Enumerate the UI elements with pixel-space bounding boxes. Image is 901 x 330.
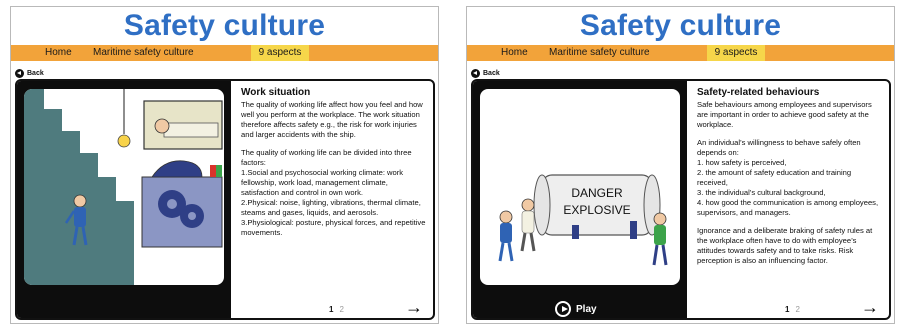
page-1-link[interactable]: 1 (329, 305, 333, 314)
page-1-link[interactable]: 1 (785, 305, 789, 314)
pagination: 1 2 (785, 305, 806, 314)
nav-aspects-link[interactable]: 9 aspects (251, 45, 309, 61)
slide-panel-work-situation: Safety culture Home Maritime safety cult… (10, 6, 439, 324)
willingness-paragraph: An individual’s willingness to behave sa… (697, 138, 861, 157)
nav-bar: Home Maritime safety culture 9 aspects (467, 45, 894, 61)
nav-home-link[interactable]: Home (501, 47, 528, 58)
factor-item: 2. the amount of safety education and tr… (697, 168, 852, 187)
slide-panel-safety-related-behaviours: Safety culture Home Maritime safety cult… (466, 6, 895, 324)
back-label: Back (27, 69, 44, 77)
factor-item: 1.Social and psychosocial working climat… (241, 168, 404, 197)
work-situation-illustration (24, 89, 224, 285)
page-2-link[interactable]: 2 (339, 305, 343, 314)
play-icon (555, 301, 571, 317)
back-arrow-icon (471, 68, 480, 78)
factor-item: 4. how good the communication is among e… (697, 198, 879, 217)
back-arrow-icon (15, 68, 24, 78)
next-arrow-icon[interactable]: → (861, 298, 879, 316)
danger-explosive-illustration: DANGER EXPLOSIVE (480, 89, 680, 285)
content-box: Work situation The quality of working li… (15, 79, 435, 320)
play-label: Play (576, 303, 597, 315)
text-area: Safety-related behaviours Safe behaviour… (697, 87, 883, 318)
slide-title: Safety-related behaviours (697, 87, 820, 98)
content-box: DANGER EXPLOSIVE Play Safety-related beh… (471, 79, 891, 320)
text-area: Work situation The quality of working li… (241, 87, 427, 318)
brand-title: Safety culture (123, 9, 326, 42)
media-area (17, 81, 231, 318)
back-button[interactable]: Back (471, 67, 500, 79)
factor-item: 3. the individual’s cultural background, (697, 188, 826, 197)
media-area: DANGER EXPLOSIVE Play (473, 81, 687, 318)
intro-paragraph: The quality of working life affect how y… (241, 100, 423, 139)
nav-home-link[interactable]: Home (45, 47, 72, 58)
factor-item: 2.Physical: noise, lighting, vibrations,… (241, 198, 421, 217)
page-2-link[interactable]: 2 (795, 305, 799, 314)
back-button[interactable]: Back (15, 67, 44, 79)
explosive-sign-text: EXPLOSIVE (563, 203, 630, 217)
play-button[interactable]: Play (555, 301, 597, 317)
closing-paragraph: Ignorance and a deliberate braking of sa… (697, 226, 873, 265)
factor-item: 1. how safety is perceived, (697, 158, 787, 167)
pagination: 1 2 (329, 305, 350, 314)
intro-paragraph: Safe behaviours among employees and supe… (697, 100, 872, 129)
factor-item: 3.Physiological: posture, physical force… (241, 218, 426, 237)
back-label: Back (483, 69, 500, 77)
nav-bar: Home Maritime safety culture 9 aspects (11, 45, 438, 61)
brand-title: Safety culture (579, 9, 782, 42)
danger-sign-text: DANGER (571, 186, 623, 200)
nav-aspects-link[interactable]: 9 aspects (707, 45, 765, 61)
factors-intro: The quality of working life can be divid… (241, 148, 412, 167)
nav-maritime-link[interactable]: Maritime safety culture (93, 47, 194, 58)
slide-title: Work situation (241, 87, 311, 98)
nav-maritime-link[interactable]: Maritime safety culture (549, 47, 650, 58)
next-arrow-icon[interactable]: → (405, 298, 423, 316)
